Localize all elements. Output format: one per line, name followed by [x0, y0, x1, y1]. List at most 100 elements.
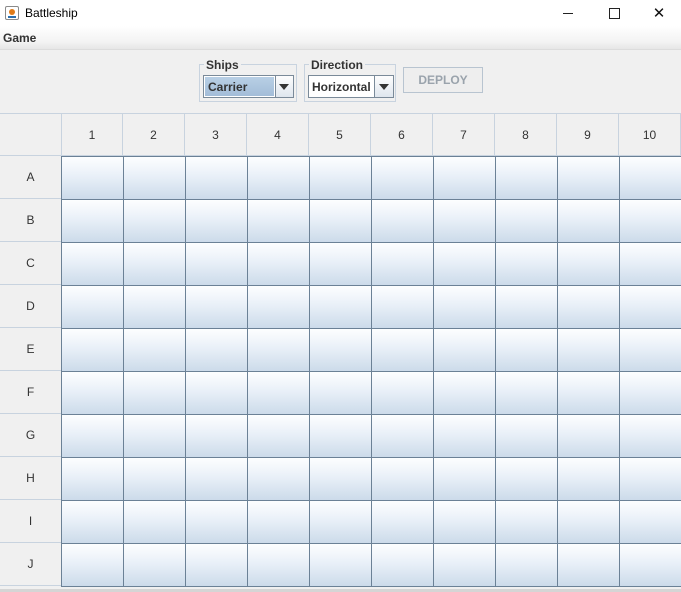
grid-cell[interactable] — [619, 457, 681, 501]
grid-cell[interactable] — [123, 371, 186, 415]
grid-cell[interactable] — [495, 500, 558, 544]
grid-cell[interactable] — [433, 500, 496, 544]
grid-cell[interactable] — [185, 457, 248, 501]
grid-cell[interactable] — [557, 371, 620, 415]
grid-cell[interactable] — [309, 500, 372, 544]
grid-cell[interactable] — [619, 414, 681, 458]
grid-cell[interactable] — [185, 285, 248, 329]
grid-cell[interactable] — [61, 543, 124, 587]
grid-cell[interactable] — [185, 156, 248, 200]
grid-cell[interactable] — [619, 242, 681, 286]
grid-cell[interactable] — [495, 371, 558, 415]
grid-cell[interactable] — [61, 457, 124, 501]
grid-cell[interactable] — [619, 328, 681, 372]
menu-game[interactable]: Game — [3, 31, 36, 45]
grid-cell[interactable] — [433, 199, 496, 243]
grid-cell[interactable] — [185, 543, 248, 587]
grid-cell[interactable] — [61, 156, 124, 200]
grid-cell[interactable] — [185, 199, 248, 243]
grid-cell[interactable] — [185, 242, 248, 286]
grid-cell[interactable] — [247, 199, 310, 243]
grid-cell[interactable] — [557, 500, 620, 544]
grid-cell[interactable] — [371, 500, 434, 544]
grid-cell[interactable] — [309, 156, 372, 200]
grid-cell[interactable] — [247, 371, 310, 415]
grid-cell[interactable] — [309, 543, 372, 587]
grid-cell[interactable] — [619, 199, 681, 243]
grid-cell[interactable] — [185, 414, 248, 458]
grid-cell[interactable] — [495, 199, 558, 243]
grid-cell[interactable] — [123, 414, 186, 458]
grid-cell[interactable] — [61, 328, 124, 372]
grid-cell[interactable] — [371, 414, 434, 458]
grid-cell[interactable] — [123, 328, 186, 372]
grid-cell[interactable] — [309, 328, 372, 372]
grid-cell[interactable] — [557, 242, 620, 286]
grid-cell[interactable] — [433, 414, 496, 458]
grid-cell[interactable] — [185, 328, 248, 372]
grid-cell[interactable] — [371, 543, 434, 587]
grid-cell[interactable] — [371, 285, 434, 329]
grid-cell[interactable] — [371, 457, 434, 501]
grid-cell[interactable] — [61, 242, 124, 286]
grid-cell[interactable] — [61, 371, 124, 415]
direction-dropdown[interactable]: Horizontal — [308, 75, 394, 98]
grid-cell[interactable] — [123, 242, 186, 286]
ships-dropdown-arrow[interactable] — [274, 76, 293, 97]
grid-cell[interactable] — [61, 285, 124, 329]
grid-cell[interactable] — [185, 500, 248, 544]
grid-cell[interactable] — [433, 543, 496, 587]
grid-cell[interactable] — [123, 156, 186, 200]
grid-cell[interactable] — [433, 242, 496, 286]
grid-cell[interactable] — [247, 156, 310, 200]
grid-cell[interactable] — [247, 285, 310, 329]
grid-cell[interactable] — [557, 285, 620, 329]
grid-cell[interactable] — [557, 543, 620, 587]
grid-cell[interactable] — [61, 500, 124, 544]
grid-cell[interactable] — [619, 285, 681, 329]
grid-cell[interactable] — [495, 414, 558, 458]
grid-cell[interactable] — [309, 414, 372, 458]
minimize-button[interactable] — [545, 0, 591, 26]
grid-cell[interactable] — [619, 500, 681, 544]
grid-cell[interactable] — [371, 371, 434, 415]
grid-cell[interactable] — [619, 371, 681, 415]
grid-cell[interactable] — [619, 543, 681, 587]
grid-cell[interactable] — [61, 414, 124, 458]
grid-cell[interactable] — [495, 156, 558, 200]
grid-cell[interactable] — [247, 242, 310, 286]
grid-cell[interactable] — [557, 328, 620, 372]
grid-cell[interactable] — [495, 543, 558, 587]
grid-cell[interactable] — [247, 414, 310, 458]
grid-cell[interactable] — [433, 371, 496, 415]
grid-cell[interactable] — [123, 285, 186, 329]
close-button[interactable]: ✕ — [636, 0, 681, 26]
grid-cell[interactable] — [309, 242, 372, 286]
grid-cell[interactable] — [495, 285, 558, 329]
grid-cell[interactable] — [619, 156, 681, 200]
grid-cell[interactable] — [433, 156, 496, 200]
grid-cell[interactable] — [123, 199, 186, 243]
grid-cell[interactable] — [309, 371, 372, 415]
grid-cell[interactable] — [371, 156, 434, 200]
grid-cell[interactable] — [495, 457, 558, 501]
grid-cell[interactable] — [309, 285, 372, 329]
grid-cell[interactable] — [185, 371, 248, 415]
grid-cell[interactable] — [371, 328, 434, 372]
grid-cell[interactable] — [61, 199, 124, 243]
grid-cell[interactable] — [557, 414, 620, 458]
grid-cell[interactable] — [309, 457, 372, 501]
grid-cell[interactable] — [247, 500, 310, 544]
grid-cell[interactable] — [247, 543, 310, 587]
grid-cell[interactable] — [123, 543, 186, 587]
grid-cell[interactable] — [371, 199, 434, 243]
maximize-button[interactable] — [591, 0, 637, 26]
grid-cell[interactable] — [557, 156, 620, 200]
grid-cell[interactable] — [433, 457, 496, 501]
grid-cell[interactable] — [557, 199, 620, 243]
direction-dropdown-arrow[interactable] — [374, 76, 393, 97]
grid-cell[interactable] — [309, 199, 372, 243]
ships-dropdown[interactable]: Carrier — [203, 75, 294, 98]
grid-cell[interactable] — [495, 242, 558, 286]
grid-cell[interactable] — [247, 457, 310, 501]
